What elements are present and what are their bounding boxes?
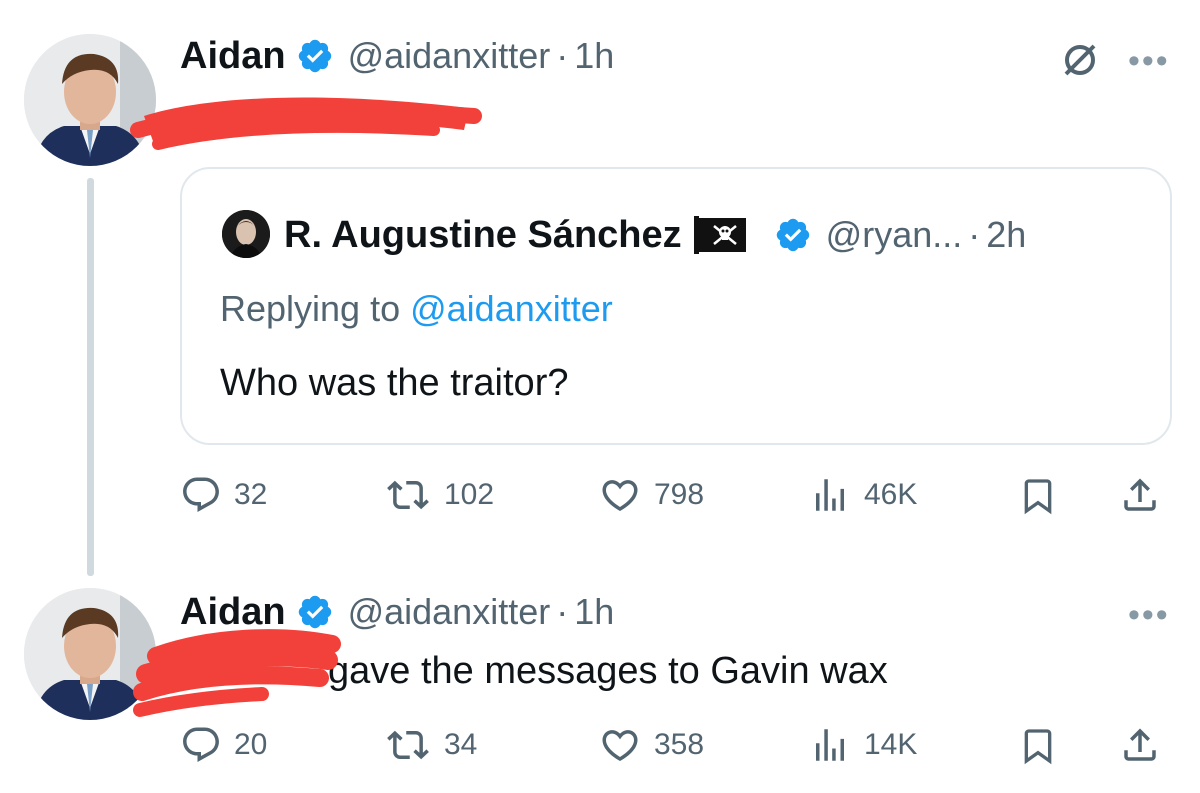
more-icon[interactable]: •••: [1128, 598, 1170, 632]
quoted-avatar[interactable]: [222, 210, 270, 258]
redaction-mark: [133, 629, 341, 717]
tweet-text: gave the messages to Gavin wax: [328, 650, 888, 692]
like-count: 358: [654, 728, 705, 761]
replying-to-handle-link[interactable]: @aidanxitter: [410, 288, 613, 329]
verified-badge-icon: [776, 218, 809, 252]
views-icon: [816, 479, 844, 511]
quoted-tweet-text: Who was the traitor?: [220, 362, 569, 404]
author-name[interactable]: Aidan: [180, 591, 286, 634]
author-handle[interactable]: @aidanxitter: [348, 35, 551, 77]
pirate-flag-icon: [693, 216, 746, 254]
separator: ·: [556, 591, 569, 632]
repost-count: 34: [444, 728, 478, 761]
like-button[interactable]: 798: [598, 474, 704, 516]
repost-button[interactable]: 102: [384, 474, 494, 516]
like-button[interactable]: 358: [598, 724, 704, 766]
like-icon: [602, 730, 638, 762]
views-count: 46K: [864, 478, 918, 511]
tweet-header: Aidan @aidanxitter · 1h: [180, 588, 614, 636]
reply-icon: [183, 727, 219, 762]
repost-icon: [387, 730, 429, 760]
quoted-timestamp[interactable]: 2h: [986, 214, 1026, 256]
redaction-mark: [130, 97, 482, 150]
quoted-header: R. Augustine Sánchez @ryan... · 2h: [284, 210, 1026, 260]
replying-to-label: Replying to: [220, 288, 411, 329]
views-count: 14K: [864, 728, 918, 761]
separator: ·: [968, 214, 981, 255]
reply-icon: [183, 477, 219, 512]
reply-count: 32: [234, 478, 268, 511]
replying-to-line: Replying to @aidanxitter: [220, 288, 613, 330]
reply-count: 20: [234, 728, 268, 761]
tweet-header: Aidan @aidanxitter · 1h: [180, 32, 614, 80]
timestamp[interactable]: 1h: [574, 35, 614, 77]
repost-icon: [387, 480, 429, 510]
reply-button[interactable]: 32: [180, 474, 267, 516]
views-button[interactable]: 46K: [808, 474, 917, 516]
share-icon[interactable]: [1118, 722, 1162, 768]
verified-badge-icon: [298, 595, 331, 629]
views-icon: [816, 729, 844, 761]
like-count: 798: [654, 478, 705, 511]
bookmark-icon[interactable]: [1016, 724, 1060, 768]
quoted-author-handle[interactable]: @ryan...: [826, 214, 963, 256]
more-icon[interactable]: •••: [1128, 44, 1170, 78]
views-button[interactable]: 14K: [808, 724, 917, 766]
like-icon: [602, 480, 638, 512]
verified-badge-icon: [298, 39, 331, 73]
repost-count: 102: [444, 478, 495, 511]
author-name[interactable]: Aidan: [180, 35, 286, 78]
repost-button[interactable]: 34: [384, 724, 477, 766]
timestamp[interactable]: 1h: [574, 591, 614, 633]
quoted-author-name[interactable]: R. Augustine Sánchez: [284, 214, 682, 257]
reply-button[interactable]: 20: [180, 724, 267, 766]
share-icon[interactable]: [1118, 472, 1162, 518]
separator: ·: [556, 35, 569, 76]
unfollow-slash-icon[interactable]: [1056, 36, 1104, 84]
thread-line: [87, 178, 94, 576]
author-handle[interactable]: @aidanxitter: [348, 591, 551, 633]
bookmark-icon[interactable]: [1016, 474, 1060, 518]
